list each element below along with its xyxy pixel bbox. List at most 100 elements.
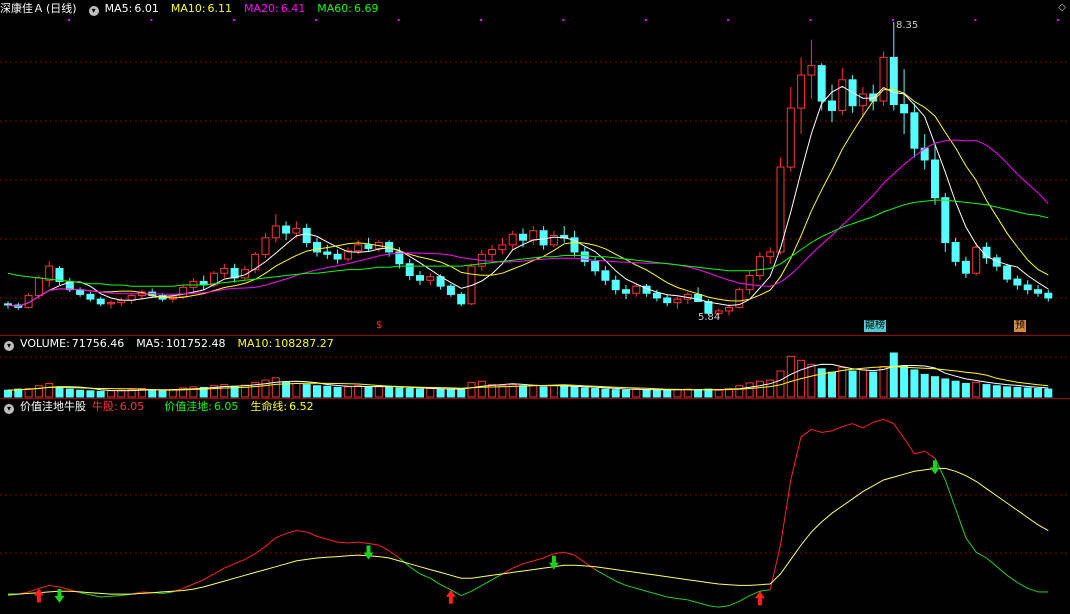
volume-pane[interactable]: ▾ VOLUME: 71756.46 MA5: 101752.48 MA10: 108287… — [0, 335, 1070, 398]
ma5-label: MA5: — [104, 2, 133, 15]
volume-bar — [786, 355, 795, 398]
value-line-segment — [594, 569, 606, 576]
ind-line1-label: 牛股: — [92, 400, 118, 413]
value-line-segment — [1017, 582, 1028, 589]
signal-dot — [232, 19, 235, 21]
volume-bar — [86, 390, 95, 398]
volume-bar — [848, 370, 857, 398]
volume-bar — [65, 388, 74, 398]
value-line-segment — [873, 418, 884, 423]
marker-dragon-tiger-list[interactable]: 龍榜 — [864, 320, 886, 332]
marker-forecast[interactable]: 预 — [1014, 320, 1026, 332]
volume-bar — [292, 382, 301, 398]
ind-line3-label: 生命线: — [250, 400, 288, 413]
candle-body — [498, 244, 507, 251]
value-line-segment — [831, 426, 843, 432]
value-line-segment — [193, 579, 204, 585]
value-line-segment — [440, 584, 452, 591]
signal-dot — [150, 19, 153, 21]
candle-body — [807, 65, 816, 76]
candle-body — [786, 107, 795, 168]
value-line-segment — [739, 595, 750, 602]
value-line-segment — [811, 428, 822, 433]
settings-circle-icon[interactable]: ▾ — [88, 6, 99, 16]
value-line-segment — [347, 541, 359, 544]
value-line-segment — [574, 554, 586, 563]
candle-body — [601, 270, 610, 281]
ma20-label: MA20: — [244, 2, 279, 15]
volume-bar — [374, 385, 383, 398]
candle-body — [96, 298, 105, 305]
candle-body — [673, 298, 682, 304]
candle-body — [652, 292, 661, 299]
volume-bar — [611, 389, 620, 398]
value-line-segment — [90, 594, 101, 598]
candle-body — [220, 267, 229, 274]
volume-bar — [920, 373, 929, 398]
signal-dot — [562, 19, 565, 21]
value-line-segment — [965, 537, 977, 553]
candle-body — [179, 286, 188, 298]
volume-bar — [591, 388, 600, 398]
value-line-segment — [728, 600, 740, 607]
value-line-segment — [285, 530, 297, 534]
volume-bar — [828, 371, 836, 398]
volume-bar — [869, 371, 878, 398]
value-line-segment — [182, 583, 194, 589]
value-line-segment — [234, 558, 246, 565]
volume-bar — [158, 389, 167, 398]
value-line-segment — [646, 590, 658, 595]
candle-body — [817, 65, 826, 102]
volume-bar — [1013, 386, 1022, 398]
volume-bar — [416, 388, 424, 398]
volume-bar — [879, 366, 888, 398]
ma5-line — [7, 85, 1049, 307]
value-line-segment — [378, 544, 390, 552]
value-line-segment — [800, 429, 812, 438]
value-line-segment — [955, 508, 967, 538]
value-line-segment — [419, 573, 431, 579]
value-line-segment — [522, 560, 534, 565]
volume-settings-icon[interactable]: ▾ — [4, 341, 14, 351]
period-label: (日线) — [46, 2, 77, 15]
volume-bar — [107, 390, 115, 398]
ma20-line — [7, 139, 1049, 307]
signal-dot — [1056, 19, 1059, 21]
price-chart-pane[interactable]: 深康佳Ａ (日线) ▾ MA5: 6.01 MA10: 6.11 MA20: 6.41 MA60:… — [0, 0, 1070, 335]
volume-bar — [570, 386, 579, 398]
value-line-segment — [461, 590, 472, 597]
candle-body — [632, 285, 641, 294]
value-line-segment — [944, 479, 957, 510]
ma20-legend: MA20: 6.41 — [244, 2, 311, 15]
value-line-segment — [244, 553, 256, 560]
signal-dot — [892, 19, 894, 21]
volume-bar — [652, 389, 661, 398]
volume-bar — [992, 385, 1001, 398]
candle-body — [797, 74, 806, 109]
indicator-pane[interactable]: ▾ 价值洼地牛股 牛股: 6.05 价值洼地: 6.05 生命线: 6.52 — [0, 398, 1070, 614]
volume-bar — [673, 389, 682, 398]
volume-bar — [426, 388, 435, 398]
volume-bar — [755, 380, 764, 398]
candle-body — [694, 293, 703, 302]
vol-ma5: MA5: 101752.48 — [136, 337, 231, 350]
ma60-line — [7, 199, 1049, 287]
candle-body — [622, 289, 630, 294]
ind-line3-value: 6.52 — [289, 400, 314, 413]
candle-body — [951, 242, 960, 262]
value-line-segment — [842, 423, 853, 428]
candle-body — [755, 256, 764, 277]
volume-bar — [282, 381, 291, 398]
signal-dot — [480, 19, 482, 21]
indicator-settings-icon[interactable]: ▾ — [4, 404, 14, 414]
signal-dot — [809, 19, 812, 21]
price-candles-svg — [0, 19, 1070, 318]
candle-body — [426, 276, 435, 281]
ma10-value: 6.11 — [207, 2, 233, 15]
volume-bar — [622, 389, 630, 398]
candle-body — [86, 293, 95, 300]
candle-body — [416, 275, 424, 281]
candle-body — [302, 227, 311, 244]
value-line-segment — [471, 585, 483, 592]
ind-line2: 价值洼地: 6.05 — [164, 400, 244, 413]
